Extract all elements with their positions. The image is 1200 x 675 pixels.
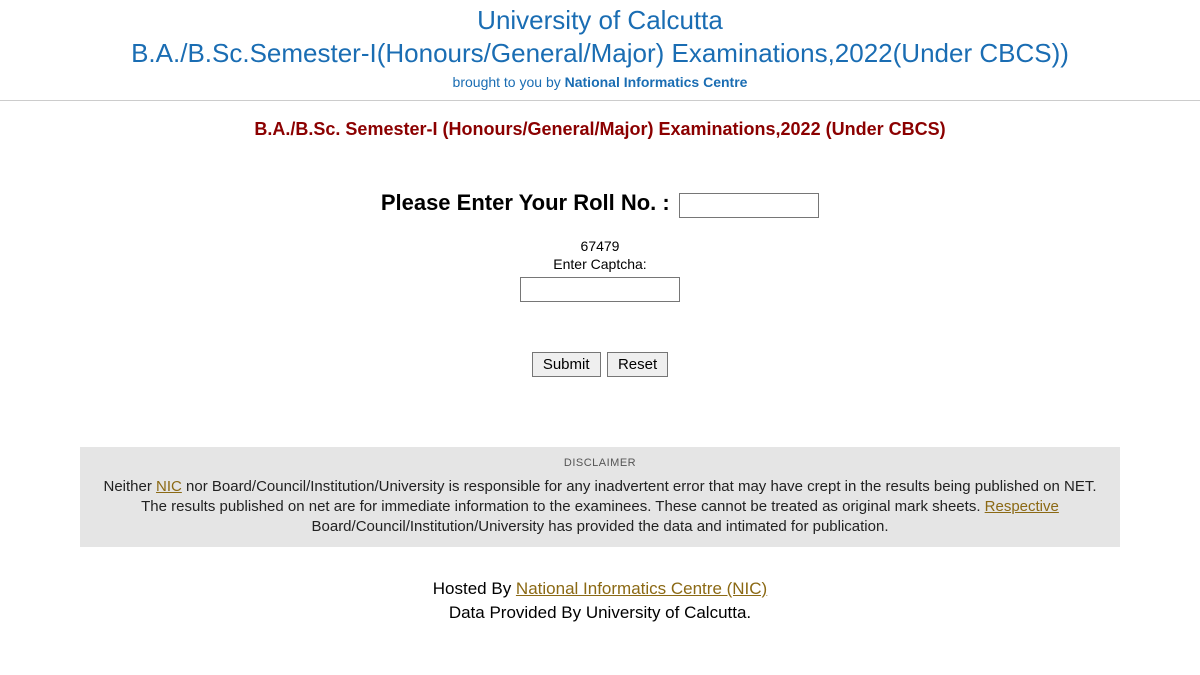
form-area: Please Enter Your Roll No. : 67479 Enter… bbox=[0, 190, 1200, 302]
brought-by-prefix: brought to you by bbox=[453, 74, 565, 90]
university-title: University of Calcutta bbox=[0, 5, 1200, 36]
hosted-prefix: Hosted By bbox=[433, 579, 516, 598]
respective-link[interactable]: Respective bbox=[985, 498, 1059, 515]
page-header: University of Calcutta B.A./B.Sc.Semeste… bbox=[0, 0, 1200, 90]
disclaimer-text: Neither NIC nor Board/Council/Institutio… bbox=[92, 477, 1108, 538]
exam-subtitle: B.A./B.Sc.Semester-I(Honours/General/Maj… bbox=[0, 38, 1200, 69]
data-provided-line: Data Provided By University of Calcutta. bbox=[0, 601, 1200, 625]
disclaimer-mid: nor Board/Council/Institution/University… bbox=[141, 478, 1096, 515]
nic-link[interactable]: NIC bbox=[156, 478, 182, 495]
button-row: Submit Reset bbox=[0, 352, 1200, 377]
captcha-code: 67479 bbox=[0, 238, 1200, 254]
exam-heading: B.A./B.Sc. Semester-I (Honours/General/M… bbox=[0, 119, 1200, 140]
header-divider bbox=[0, 100, 1200, 101]
hosted-link[interactable]: National Informatics Centre (NIC) bbox=[516, 579, 767, 598]
brought-by-line: brought to you by National Informatics C… bbox=[0, 74, 1200, 90]
brought-by-org: National Informatics Centre bbox=[565, 74, 748, 90]
disclaimer-box: DISCLAIMER Neither NIC nor Board/Council… bbox=[80, 447, 1120, 548]
disclaimer-title: DISCLAIMER bbox=[92, 457, 1108, 469]
disclaimer-end: Board/Council/Institution/University has… bbox=[312, 518, 889, 535]
roll-number-input[interactable] bbox=[679, 193, 819, 218]
submit-button[interactable]: Submit bbox=[532, 352, 601, 377]
captcha-input[interactable] bbox=[520, 277, 680, 302]
page-footer: Hosted By National Informatics Centre (N… bbox=[0, 577, 1200, 625]
reset-button[interactable]: Reset bbox=[607, 352, 668, 377]
hosted-by-line: Hosted By National Informatics Centre (N… bbox=[0, 577, 1200, 601]
roll-number-label: Please Enter Your Roll No. : bbox=[381, 190, 670, 215]
captcha-label: Enter Captcha: bbox=[0, 256, 1200, 272]
disclaimer-prefix: Neither bbox=[103, 478, 156, 495]
